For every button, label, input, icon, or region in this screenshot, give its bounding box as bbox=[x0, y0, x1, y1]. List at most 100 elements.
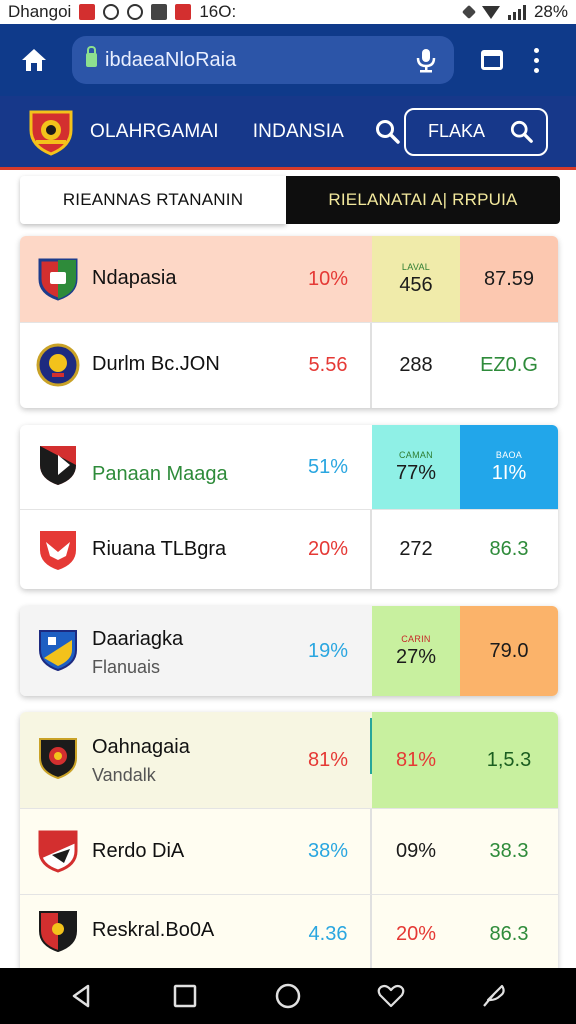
header-search-button[interactable] bbox=[372, 116, 404, 148]
stat-value: 86.3 bbox=[489, 538, 529, 560]
stat-tag: BAOA bbox=[495, 449, 523, 460]
table-row[interactable]: Durlm Bc.JON 5.56 288 EZ0.G bbox=[20, 322, 558, 408]
back-button[interactable] bbox=[62, 976, 102, 1016]
extra-button[interactable] bbox=[474, 976, 514, 1016]
stat-cell: 87.59 bbox=[460, 236, 558, 322]
stat-cell: 86.3 bbox=[460, 895, 558, 974]
table-row[interactable]: Riuana TLBgra 20% 272 86.3 bbox=[20, 509, 558, 589]
feather-icon bbox=[483, 984, 506, 1007]
stat-cell: EZ0.G bbox=[460, 323, 558, 408]
segmented-tabs: RIEANNAS RTANANIN RIELANATAI A| RRPUIA bbox=[20, 176, 560, 224]
stat-value: 1,5.3 bbox=[486, 748, 532, 771]
stat-cell: 86.3 bbox=[460, 510, 558, 589]
table-row[interactable]: Ndapasia 10% LAVAL 456 87.59 bbox=[20, 236, 558, 322]
gallery-icon bbox=[151, 4, 168, 20]
back-icon bbox=[72, 984, 89, 1008]
url-bar[interactable]: ibdaeaNloRaia bbox=[72, 36, 454, 84]
stat-cell: LAVAL 456 bbox=[372, 236, 460, 322]
url-text: ibdaeaNloRaia bbox=[105, 48, 237, 71]
carrier-label: Dhangoi bbox=[8, 2, 72, 21]
signal-icon bbox=[507, 4, 526, 20]
stat-cell: 81% bbox=[372, 712, 460, 808]
team-name: Riuana TLBgra bbox=[92, 538, 227, 560]
tab-left[interactable]: RIEANNAS RTANANIN bbox=[20, 176, 286, 224]
circle-icon bbox=[275, 983, 301, 1009]
stat-cell: 10% bbox=[284, 236, 372, 322]
stat-value: 10% bbox=[307, 267, 349, 290]
nav-link-indonesia[interactable]: INDANSIA bbox=[253, 121, 344, 143]
table-row[interactable]: Daariagka Flanuais 19% CARIN 27% 79.0 bbox=[20, 606, 558, 696]
stat-cell: 19% bbox=[284, 606, 372, 696]
lock-icon bbox=[86, 46, 97, 67]
stat-value: 5.56 bbox=[308, 354, 348, 376]
garuda-crest-icon bbox=[29, 110, 73, 156]
status-bar: Dhangoi 16O: 28% bbox=[0, 0, 576, 24]
red-white-shield-icon bbox=[36, 829, 80, 873]
site-header: OLAHRGAMAI INDANSIA FLAKA bbox=[0, 96, 576, 170]
search-box-label: FLAKA bbox=[428, 121, 486, 141]
red-black-shield-icon bbox=[36, 443, 80, 487]
site-logo[interactable] bbox=[28, 108, 74, 156]
team-subtitle: Vandalk bbox=[92, 765, 156, 785]
home-icon bbox=[22, 49, 46, 71]
stat-value: EZ0.G bbox=[480, 354, 538, 376]
stat-value: 81% bbox=[395, 748, 437, 771]
match-card[interactable]: Oahnagaia Vandalk 81% 81% 1,5.3 Rerdo Di… bbox=[20, 712, 558, 974]
red-green-shield-icon bbox=[36, 257, 80, 301]
mic-icon bbox=[416, 49, 436, 73]
home-button[interactable] bbox=[10, 36, 58, 84]
stat-value: 456 bbox=[399, 273, 433, 296]
match-card[interactable]: Panaan Maaga 51% CAMAN 77% BAOA 1I% Riua… bbox=[20, 425, 558, 589]
match-card[interactable]: Ndapasia 10% LAVAL 456 87.59 Durlm Bc.JO… bbox=[20, 236, 558, 408]
stat-value: 20% bbox=[307, 538, 349, 560]
tabs-button[interactable] bbox=[468, 36, 516, 84]
stat-value: 38% bbox=[307, 840, 349, 862]
stat-tag: LAVAL bbox=[401, 261, 431, 272]
more-options-button[interactable] bbox=[524, 36, 548, 84]
stat-value: 09% bbox=[395, 840, 437, 862]
team-name: Ndapasia bbox=[92, 267, 177, 289]
stat-cell: 38.3 bbox=[460, 809, 558, 894]
stat-cell: 09% bbox=[372, 809, 460, 894]
nav-link-olahraga[interactable]: OLAHRGAMAI bbox=[90, 121, 219, 143]
match-card[interactable]: Daariagka Flanuais 19% CARIN 27% 79.0 bbox=[20, 606, 558, 696]
tab-right[interactable]: RIELANATAI A| RRPUIA bbox=[286, 176, 560, 224]
stat-value: 1I% bbox=[491, 461, 527, 484]
stat-value: 19% bbox=[307, 639, 349, 662]
table-row[interactable]: Reskral.Bo0A 4.36 20% 86.3 bbox=[20, 894, 558, 974]
stat-cell: CAMAN 77% bbox=[372, 425, 460, 509]
red-black-badge-icon bbox=[36, 909, 80, 953]
stat-value: 272 bbox=[399, 538, 433, 560]
search-icon bbox=[510, 120, 533, 143]
stat-value: 81% bbox=[307, 748, 349, 771]
stat-cell: 1,5.3 bbox=[460, 712, 558, 808]
stat-cell: 81% bbox=[284, 712, 372, 808]
stat-cell: BAOA 1I% bbox=[460, 425, 558, 509]
recents-button[interactable] bbox=[165, 976, 205, 1016]
table-row[interactable]: Oahnagaia Vandalk 81% 81% 1,5.3 bbox=[20, 712, 558, 808]
red-eagle-shield-icon bbox=[36, 528, 80, 572]
black-red-crest-icon bbox=[36, 736, 80, 780]
stat-cell: 288 bbox=[372, 323, 460, 408]
search-box[interactable]: FLAKA bbox=[404, 107, 548, 156]
heart-button[interactable] bbox=[371, 976, 411, 1016]
stat-value: 27% bbox=[395, 645, 437, 668]
square-icon bbox=[173, 984, 197, 1008]
mic-button[interactable] bbox=[412, 44, 440, 76]
team-name: Daariagka bbox=[92, 628, 184, 650]
home-nav-button[interactable] bbox=[268, 976, 308, 1016]
mail-icon bbox=[175, 4, 192, 20]
team-name: Rerdo DiA bbox=[92, 840, 185, 862]
heart-icon bbox=[377, 984, 405, 1008]
table-row[interactable]: Panaan Maaga 51% CAMAN 77% BAOA 1I% bbox=[20, 425, 558, 509]
table-row[interactable]: Rerdo DiA 38% 09% 38.3 bbox=[20, 808, 558, 894]
stat-value: 38.3 bbox=[489, 840, 529, 862]
stat-value: 87.59 bbox=[483, 267, 535, 290]
more-dot-icon bbox=[533, 47, 539, 53]
team-name: Reskral.Bo0A bbox=[92, 919, 215, 941]
wifi-icon bbox=[481, 5, 500, 19]
stat-value: 51% bbox=[307, 455, 349, 478]
search-icon bbox=[376, 119, 400, 144]
stat-cell: 272 bbox=[372, 510, 460, 589]
stat-cell: 20% bbox=[284, 510, 372, 589]
